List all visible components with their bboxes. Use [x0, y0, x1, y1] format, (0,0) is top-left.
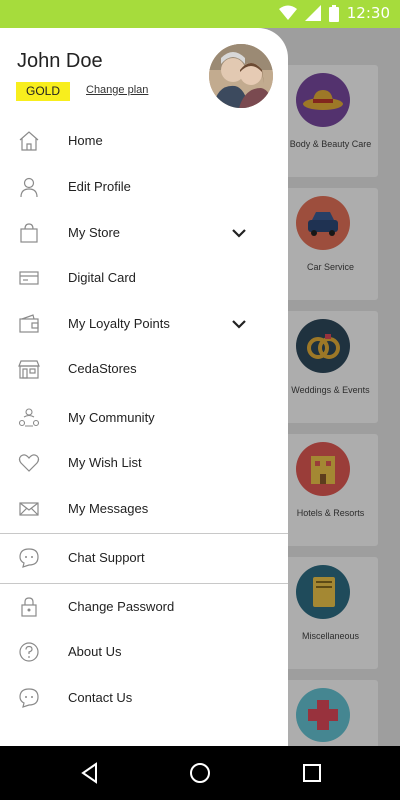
recents-icon[interactable] [300, 761, 324, 785]
menu-item-label: CedaStores [68, 361, 137, 376]
menu-item-contact-us[interactable]: Contact Us [0, 678, 288, 718]
menu-item-my-messages[interactable]: My Messages [0, 489, 288, 529]
wifi-icon [278, 5, 297, 20]
home-icon [19, 131, 39, 151]
system-nav-bar [0, 746, 400, 800]
menu-item-my-loyalty-points[interactable]: My Loyalty Points [0, 304, 288, 344]
menu-item-label: My Store [68, 225, 121, 240]
chevron-down-icon[interactable] [229, 314, 249, 334]
chat-bubble-icon [19, 688, 39, 708]
status-time: 12:30 [346, 4, 390, 22]
user-name: John Doe [17, 50, 103, 72]
shopping-bag-icon [20, 223, 38, 243]
chat-bubble-icon [19, 548, 39, 568]
card-icon [19, 271, 39, 285]
menu-divider [0, 533, 288, 534]
person-icon [20, 177, 38, 198]
wallet-icon [19, 314, 39, 333]
menu-item-my-community[interactable]: My Community [0, 398, 288, 438]
avatar[interactable] [209, 44, 273, 108]
menu-item-label: Chat Support [68, 550, 145, 565]
status-bar: 12:30 [0, 0, 400, 28]
change-plan-link[interactable]: Change plan [86, 84, 148, 96]
back-icon[interactable] [78, 761, 102, 785]
menu-item-label: My Messages [68, 501, 149, 516]
menu-item-about-us[interactable]: About Us [0, 632, 288, 672]
menu-item-label: Contact Us [68, 690, 133, 705]
menu-item-my-wish-list[interactable]: My Wish List [0, 443, 288, 483]
menu-item-label: Change Password [68, 599, 175, 614]
menu-item-label: Edit Profile [68, 179, 131, 194]
menu-item-label: About Us [68, 644, 122, 659]
menu-item-label: My Community [68, 410, 155, 425]
navigation-drawer: John Doe GOLD Change plan Home Edit Prof… [0, 28, 288, 746]
status-icons: 12:30 [278, 4, 390, 22]
menu-item-label: Digital Card [68, 270, 136, 285]
menu-item-cedastores[interactable]: CedaStores [0, 349, 288, 389]
menu-item-my-store[interactable]: My Store [0, 213, 288, 253]
menu-item-label: Home [68, 133, 103, 148]
home-circle-icon[interactable] [188, 761, 212, 785]
envelope-icon [19, 502, 39, 516]
community-icon [18, 408, 40, 427]
menu-item-digital-card[interactable]: Digital Card [0, 258, 288, 298]
question-icon [19, 642, 39, 662]
lock-icon [21, 597, 37, 617]
menu-item-edit-profile[interactable]: Edit Profile [0, 167, 288, 207]
menu-divider [0, 583, 288, 584]
menu-item-label: My Loyalty Points [68, 316, 170, 331]
menu-item-label: My Wish List [68, 455, 142, 470]
plan-badge: GOLD [16, 82, 70, 101]
signal-icon [304, 5, 321, 21]
menu-item-chat-support[interactable]: Chat Support [0, 538, 288, 578]
chevron-down-icon[interactable] [229, 223, 249, 243]
menu-item-home[interactable]: Home [0, 121, 288, 161]
menu-item-change-password[interactable]: Change Password [0, 587, 288, 627]
battery-icon [328, 4, 339, 22]
storefront-icon [18, 360, 40, 379]
heart-icon [18, 454, 40, 472]
